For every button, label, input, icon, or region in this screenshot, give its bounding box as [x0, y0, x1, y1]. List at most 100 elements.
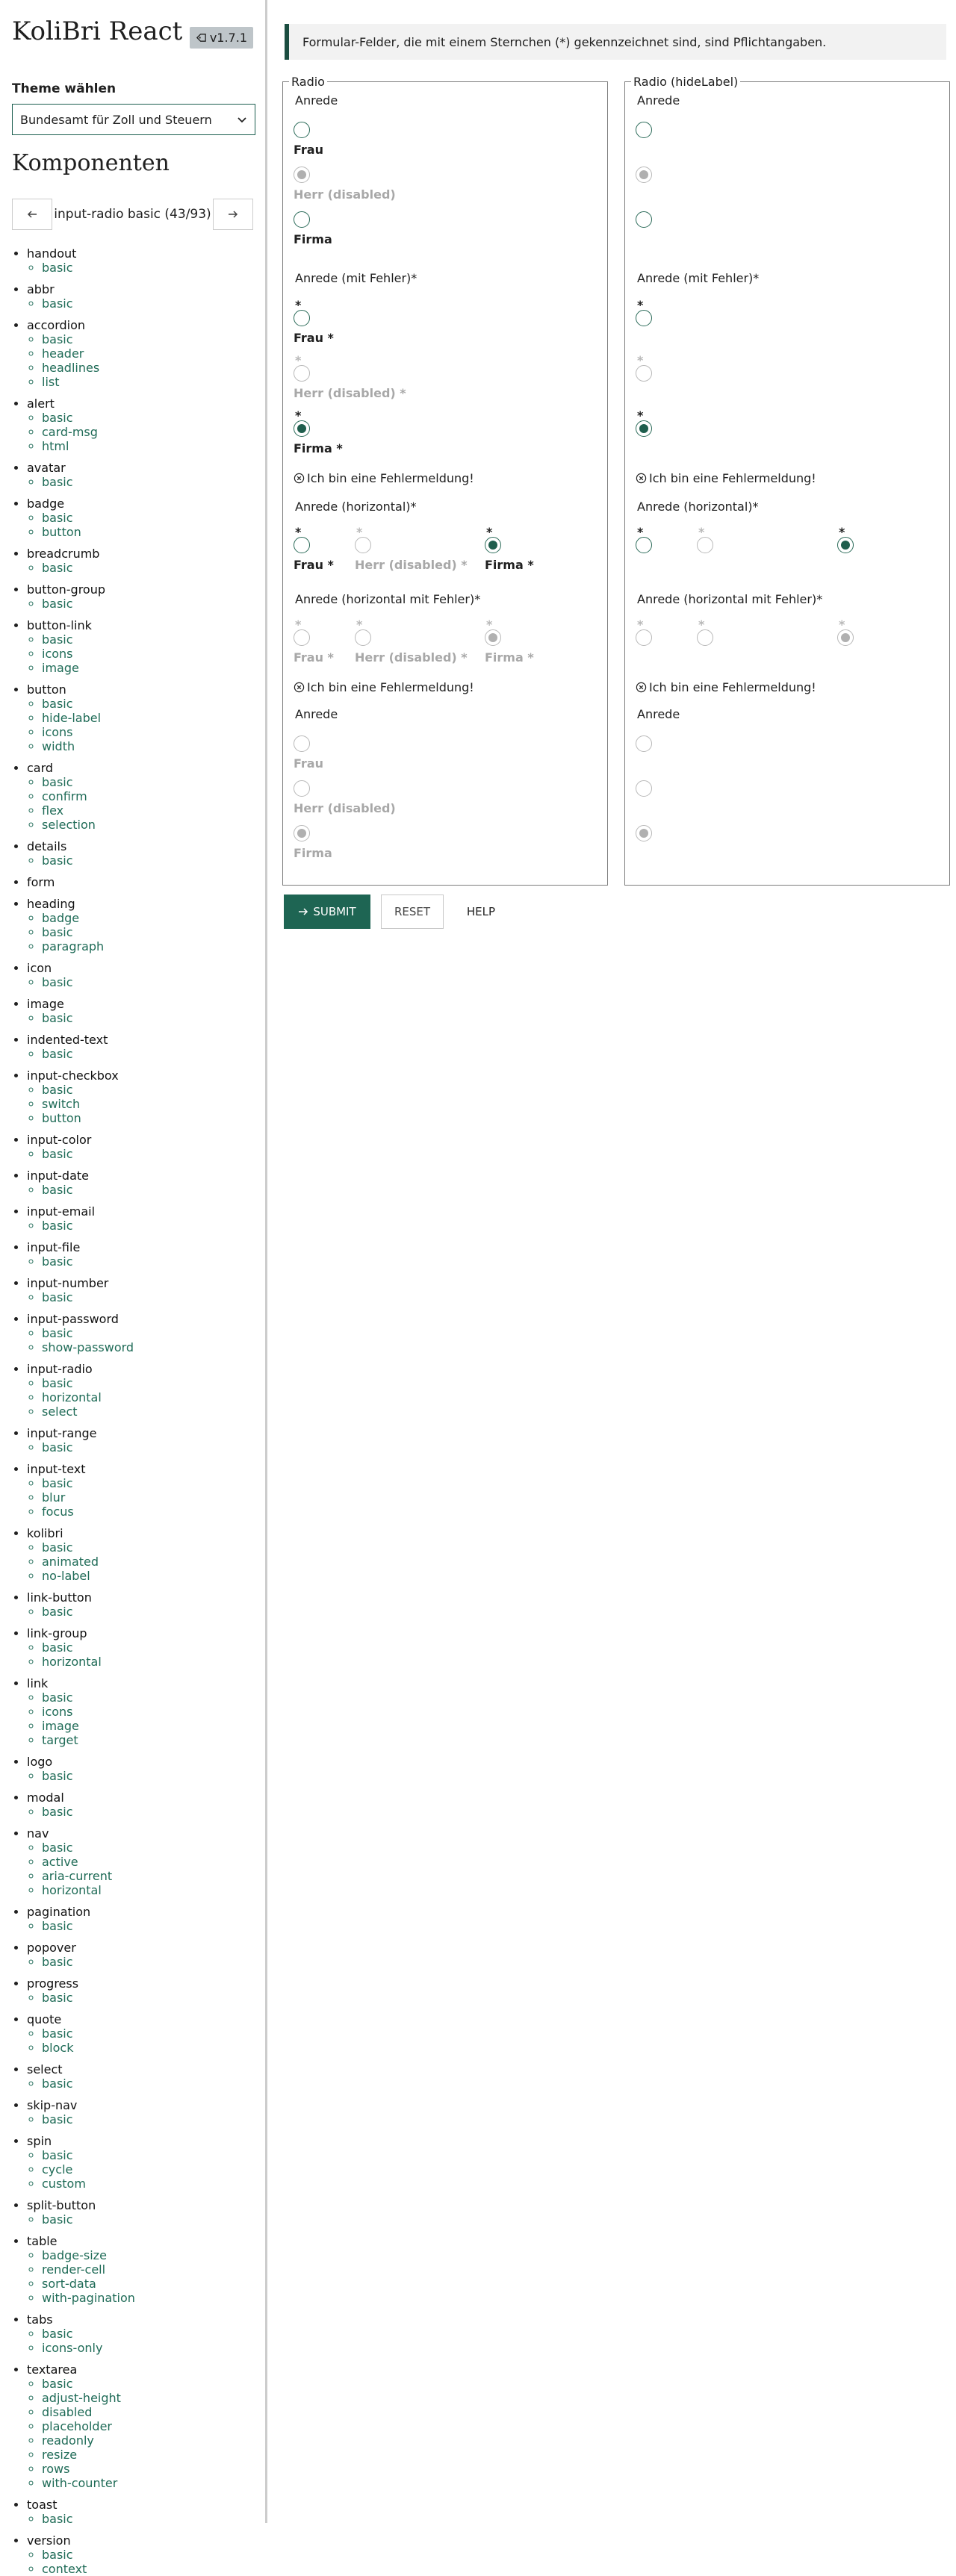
nav-link-input-password-basic[interactable]: basic	[42, 1326, 253, 1340]
nav-link-heading-basic[interactable]: basic	[42, 925, 253, 939]
nav-link-textarea-adjust-height[interactable]: adjust-height	[42, 2391, 253, 2405]
nav-link-button-basic[interactable]: basic	[42, 697, 253, 711]
nav-link-alert-basic[interactable]: basic	[42, 411, 253, 425]
nav-link-badge-basic[interactable]: basic	[42, 511, 253, 525]
nav-link-textarea-rows[interactable]: rows	[42, 2462, 253, 2476]
radio-frau-horizontal[interactable]	[636, 537, 652, 553]
nav-link-badge-button[interactable]: button	[42, 525, 253, 539]
nav-link-input-text-blur[interactable]: blur	[42, 1490, 253, 1505]
nav-link-tabs-basic[interactable]: basic	[42, 2327, 253, 2341]
nav-link-input-date-basic[interactable]: basic	[42, 1183, 253, 1197]
previous-component-button[interactable]	[12, 199, 52, 230]
nav-link-input-radio-horizontal[interactable]: horizontal	[42, 1390, 253, 1404]
nav-link-accordion-basic[interactable]: basic	[42, 332, 253, 346]
nav-link-link-group-basic[interactable]: basic	[42, 1640, 253, 1655]
nav-link-input-file-basic[interactable]: basic	[42, 1254, 253, 1269]
nav-link-button-link-basic[interactable]: basic	[42, 632, 253, 647]
nav-link-input-radio-basic[interactable]: basic	[42, 1376, 253, 1390]
nav-link-card-flex[interactable]: flex	[42, 803, 253, 818]
nav-link-nav-horizontal[interactable]: horizontal	[42, 1883, 253, 1897]
nav-link-link-icons[interactable]: icons	[42, 1705, 253, 1719]
nav-link-input-password-show-password[interactable]: show-password	[42, 1340, 253, 1354]
nav-link-card-basic[interactable]: basic	[42, 775, 253, 789]
nav-link-quote-basic[interactable]: basic	[42, 2026, 253, 2041]
nav-link-input-color-basic[interactable]: basic	[42, 1147, 253, 1161]
nav-link-progress-basic[interactable]: basic	[42, 1991, 253, 2005]
nav-link-input-range-basic[interactable]: basic	[42, 1440, 253, 1455]
nav-link-input-checkbox-basic[interactable]: basic	[42, 1083, 253, 1097]
nav-link-alert-card-msg[interactable]: card-msg	[42, 425, 253, 439]
radio-firma[interactable]	[294, 211, 310, 228]
nav-link-button-group-basic[interactable]: basic	[42, 597, 253, 611]
submit-button[interactable]: SUBMIT	[284, 895, 370, 929]
nav-link-link-button-basic[interactable]: basic	[42, 1605, 253, 1619]
radio-firma[interactable]	[636, 211, 652, 228]
nav-link-toast-basic[interactable]: basic	[42, 2512, 253, 2526]
nav-link-handout-basic[interactable]: basic	[42, 261, 253, 275]
nav-link-input-text-focus[interactable]: focus	[42, 1505, 253, 1519]
nav-link-link-image[interactable]: image	[42, 1719, 253, 1733]
nav-link-details-basic[interactable]: basic	[42, 853, 253, 868]
nav-link-nav-aria-current[interactable]: aria-current	[42, 1869, 253, 1883]
next-component-button[interactable]	[212, 199, 253, 230]
nav-link-accordion-headlines[interactable]: headlines	[42, 361, 253, 375]
nav-link-spin-cycle[interactable]: cycle	[42, 2162, 253, 2177]
nav-link-kolibri-basic[interactable]: basic	[42, 1540, 253, 1555]
theme-select[interactable]: Bundesamt für Zoll und Steuern	[12, 104, 255, 135]
nav-link-input-number-basic[interactable]: basic	[42, 1290, 253, 1304]
nav-link-logo-basic[interactable]: basic	[42, 1769, 253, 1783]
nav-link-popover-basic[interactable]: basic	[42, 1955, 253, 1969]
radio-frau-error[interactable]	[294, 310, 310, 326]
nav-link-spin-basic[interactable]: basic	[42, 2148, 253, 2162]
nav-link-tabs-icons-only[interactable]: icons-only	[42, 2341, 253, 2355]
nav-link-table-badge-size[interactable]: badge-size	[42, 2248, 253, 2262]
radio-frau[interactable]	[636, 122, 652, 138]
nav-link-quote-block[interactable]: block	[42, 2041, 253, 2055]
nav-link-heading-paragraph[interactable]: paragraph	[42, 939, 253, 953]
nav-link-link-basic[interactable]: basic	[42, 1690, 253, 1705]
nav-link-heading-badge[interactable]: badge	[42, 911, 253, 925]
nav-link-link-group-horizontal[interactable]: horizontal	[42, 1655, 253, 1669]
nav-link-table-with-pagination[interactable]: with-pagination	[42, 2291, 253, 2305]
nav-link-textarea-resize[interactable]: resize	[42, 2448, 253, 2462]
nav-link-button-icons[interactable]: icons	[42, 725, 253, 739]
nav-link-button-link-image[interactable]: image	[42, 661, 253, 675]
nav-link-breadcrumb-basic[interactable]: basic	[42, 561, 253, 575]
nav-link-link-target[interactable]: target	[42, 1733, 253, 1747]
nav-link-input-checkbox-switch[interactable]: switch	[42, 1097, 253, 1111]
nav-link-textarea-readonly[interactable]: readonly	[42, 2433, 253, 2448]
nav-link-textarea-with-counter[interactable]: with-counter	[42, 2476, 253, 2490]
nav-link-icon-basic[interactable]: basic	[42, 975, 253, 989]
nav-link-nav-basic[interactable]: basic	[42, 1841, 253, 1855]
nav-link-abbr-basic[interactable]: basic	[42, 296, 253, 311]
nav-link-textarea-placeholder[interactable]: placeholder	[42, 2419, 253, 2433]
nav-link-modal-basic[interactable]: basic	[42, 1805, 253, 1819]
nav-link-button-width[interactable]: width	[42, 739, 253, 753]
radio-firma-horizontal-checked[interactable]	[485, 537, 501, 553]
nav-link-kolibri-animated[interactable]: animated	[42, 1555, 253, 1569]
nav-link-input-checkbox-button[interactable]: button	[42, 1111, 253, 1125]
reset-button[interactable]: RESET	[381, 895, 444, 929]
nav-link-skip-nav-basic[interactable]: basic	[42, 2112, 253, 2127]
nav-link-alert-html[interactable]: html	[42, 439, 253, 453]
nav-link-version-context[interactable]: context	[42, 2562, 253, 2576]
nav-link-kolibri-no-label[interactable]: no-label	[42, 1569, 253, 1583]
nav-link-card-confirm[interactable]: confirm	[42, 789, 253, 803]
nav-link-nav-active[interactable]: active	[42, 1855, 253, 1869]
nav-link-accordion-header[interactable]: header	[42, 346, 253, 361]
radio-frau-horizontal[interactable]	[294, 537, 310, 553]
nav-link-input-text-basic[interactable]: basic	[42, 1476, 253, 1490]
help-button[interactable]: HELP	[454, 895, 508, 929]
nav-link-textarea-basic[interactable]: basic	[42, 2377, 253, 2391]
nav-link-textarea-disabled[interactable]: disabled	[42, 2405, 253, 2419]
nav-link-split-button-basic[interactable]: basic	[42, 2212, 253, 2227]
nav-link-version-basic[interactable]: basic	[42, 2548, 253, 2562]
nav-link-pagination-basic[interactable]: basic	[42, 1919, 253, 1933]
nav-link-spin-custom[interactable]: custom	[42, 2177, 253, 2191]
nav-link-avatar-basic[interactable]: basic	[42, 475, 253, 489]
nav-link-card-selection[interactable]: selection	[42, 818, 253, 832]
nav-link-button-link-icons[interactable]: icons	[42, 647, 253, 661]
radio-firma-error-checked[interactable]	[636, 420, 652, 437]
radio-firma-horizontal-checked[interactable]	[837, 537, 854, 553]
nav-link-input-email-basic[interactable]: basic	[42, 1219, 253, 1233]
